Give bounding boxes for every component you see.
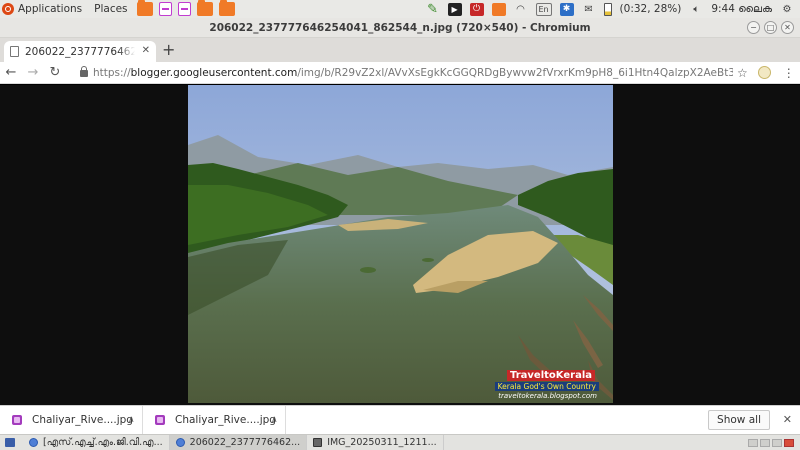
page-icon	[10, 46, 19, 57]
wifi-icon[interactable]: ◠	[514, 3, 528, 16]
bottom-taskbar: [എസ്.എച്ച്.എം.ജി.വി.എ... 206022_23777764…	[0, 434, 800, 450]
workspace[interactable]	[772, 438, 782, 447]
document-launcher-icon[interactable]	[177, 2, 191, 16]
places-menu-button[interactable]: Places	[88, 3, 133, 15]
show-desktop-icon[interactable]	[5, 438, 15, 447]
close-tab-icon[interactable]: ✕	[142, 45, 150, 56]
river-photo[interactable]: TraveltoKerala Kerala God's Own Country …	[188, 85, 613, 403]
close-window-button[interactable]: ✕	[781, 21, 794, 34]
taskbar-item-label: IMG_20250311_1211...	[327, 437, 437, 448]
gear-icon[interactable]: ⚙	[780, 3, 794, 16]
download-item[interactable]: Chaliyar_Rive....jpg ∧	[0, 405, 143, 435]
watermark-brand: TraveltoKerala	[507, 370, 595, 381]
url-scheme: https://	[93, 66, 131, 79]
page-content: TraveltoKerala Kerala God's Own Country …	[0, 85, 800, 405]
download-filename: Chaliyar_Rive....jpg	[175, 414, 276, 426]
download-item[interactable]: Chaliyar_Rive....jpg ∧	[143, 405, 286, 435]
battery-icon[interactable]	[603, 2, 612, 16]
taskbar-item[interactable]: [എസ്.എച്ച്.എം.ജി.വി.എ...	[23, 435, 170, 450]
lock-icon[interactable]	[80, 66, 88, 77]
reload-icon[interactable]: ↻	[44, 65, 66, 80]
applications-menu-button[interactable]: Applications	[0, 3, 88, 15]
new-tab-button[interactable]: +	[162, 42, 175, 58]
address-bar[interactable]: https://blogger.googleusercontent.com/im…	[93, 67, 733, 79]
watermark-tagline: Kerala God's Own Country	[494, 382, 599, 391]
workspace-switcher	[748, 438, 800, 447]
color-picker-icon[interactable]: ✎	[426, 2, 440, 17]
ubuntu-logo-icon	[2, 3, 14, 15]
taskbar-item[interactable]: 206022_2377776462...	[169, 435, 308, 450]
url-host: blogger.googleusercontent.com	[130, 66, 298, 79]
clock[interactable]: 9:44 ലൈക	[711, 3, 772, 16]
show-all-button[interactable]: Show all	[708, 410, 770, 430]
power-icon[interactable]: ⏻	[469, 2, 484, 16]
close-shelf-icon[interactable]: ✕	[783, 413, 792, 426]
chevron-up-icon[interactable]: ∧	[271, 415, 278, 425]
image-file-icon	[12, 415, 22, 425]
menu-kebab-icon[interactable]: ⋮	[783, 66, 795, 80]
window-title-bar[interactable]: 206022_237777646254041_862544_n.jpg (720…	[0, 18, 800, 38]
folder-launcher-icon[interactable]	[136, 0, 153, 16]
bookmark-star-icon[interactable]: ☆	[737, 66, 748, 80]
url-path: /img/b/R29vZ2xl/AVvXsEgkKcGGQRDgBywvw2fV…	[297, 66, 733, 79]
document-launcher-icon[interactable]	[158, 2, 172, 16]
applications-label: Applications	[18, 3, 83, 15]
image-file-icon	[155, 415, 165, 425]
taskbar-item-label: [എസ്.എച്ച്.എം.ജി.വി.എ...	[43, 437, 163, 448]
back-arrow-icon[interactable]: ←	[0, 65, 22, 80]
browser-toolbar: ← → ↻ https://blogger.googleusercontent.…	[0, 62, 800, 84]
folder-launcher-icon[interactable]	[196, 0, 213, 16]
folder-tray-icon[interactable]	[491, 2, 506, 16]
extension-icon[interactable]	[757, 66, 771, 79]
river-landscape-image	[188, 85, 613, 403]
system-top-panel: Applications Places ✎ ▶ ⏻ ◠ En ✱ ✉ (0:32…	[0, 0, 800, 18]
image-viewer-icon	[313, 438, 323, 447]
folder-launcher-icon[interactable]	[218, 0, 235, 16]
maximize-button[interactable]: □	[764, 21, 777, 34]
keyboard-language-indicator[interactable]: En	[535, 2, 552, 16]
workspace[interactable]	[760, 438, 770, 447]
download-shelf: Chaliyar_Rive....jpg ∧ Chaliyar_Rive....…	[0, 405, 800, 435]
window-title: 206022_237777646254041_862544_n.jpg (720…	[209, 21, 591, 34]
chevron-up-icon[interactable]: ∧	[128, 415, 135, 425]
workspace[interactable]	[784, 438, 794, 447]
bluetooth-icon[interactable]: ✱	[559, 2, 574, 16]
chromium-icon	[175, 438, 185, 447]
battery-status: (0:32, 28%)	[619, 3, 682, 15]
forward-arrow-icon[interactable]: →	[22, 65, 44, 80]
taskbar-item-label: 206022_2377776462...	[189, 437, 301, 448]
taskbar-item[interactable]: IMG_20250311_1211...	[307, 435, 444, 450]
workspace[interactable]	[748, 438, 758, 447]
watermark-url: traveltokerala.blogspot.com	[498, 392, 597, 400]
browser-tab[interactable]: 206022_237777646254041_862544_n.jpg ✕	[4, 41, 156, 62]
mail-icon[interactable]: ✉	[582, 3, 596, 16]
volume-icon[interactable]: 🔈︎	[689, 3, 703, 16]
minimize-button[interactable]: −	[747, 21, 760, 34]
tab-strip: 206022_237777646254041_862544_n.jpg ✕ +	[0, 38, 800, 62]
chromium-icon	[29, 438, 38, 447]
media-player-icon[interactable]: ▶	[447, 2, 462, 16]
download-filename: Chaliyar_Rive....jpg	[32, 414, 133, 426]
tab-title: 206022_237777646254041_862544_n.jpg	[25, 45, 135, 58]
